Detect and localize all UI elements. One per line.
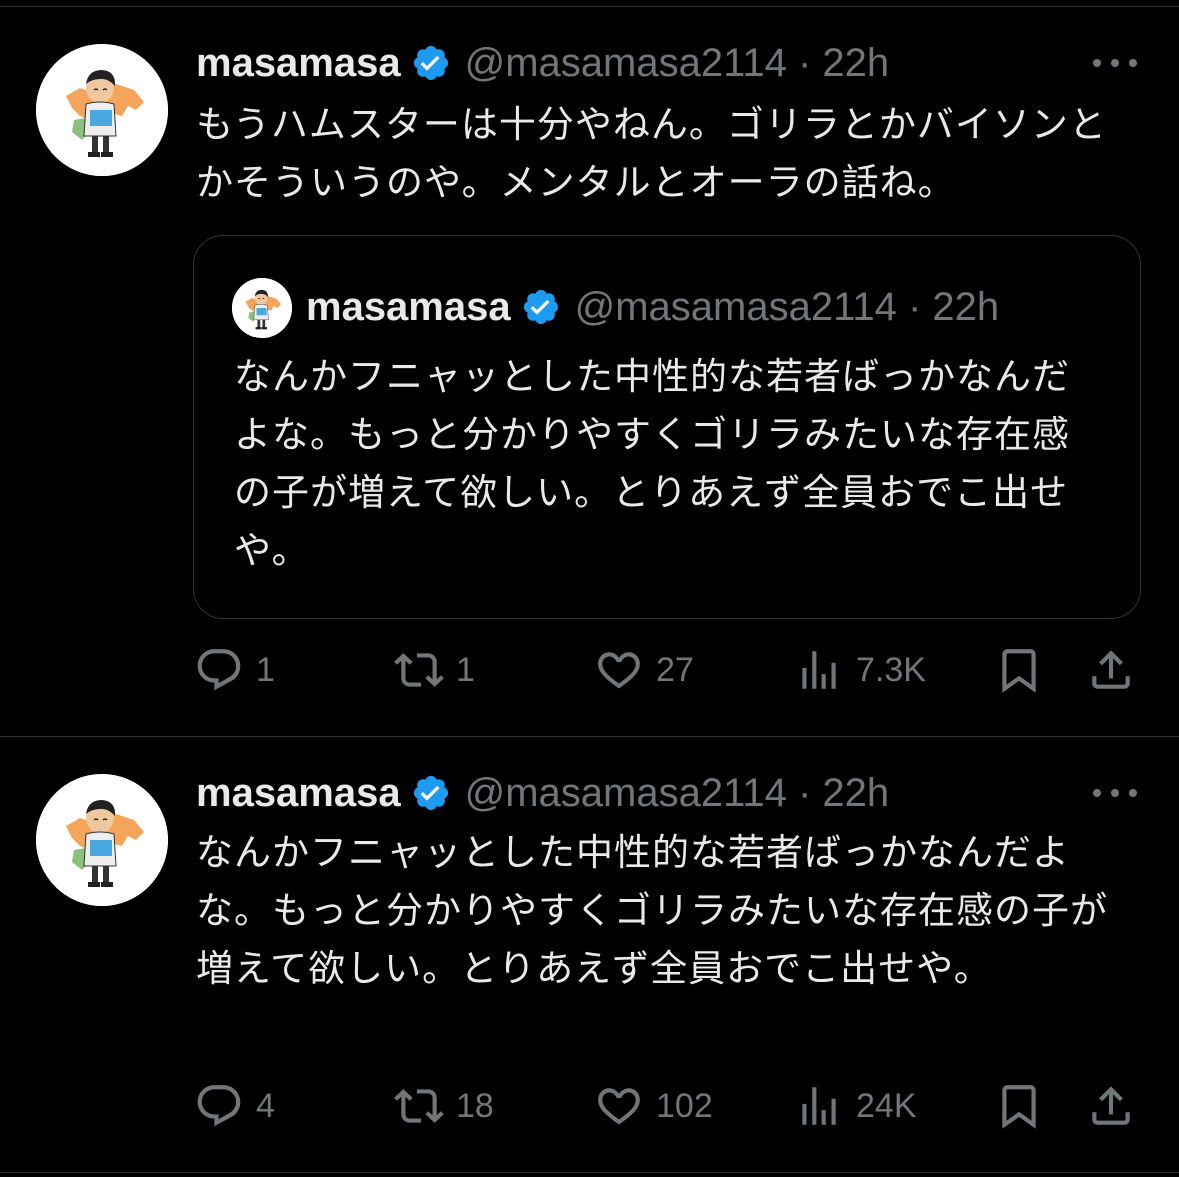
action-bar: 4 18 102 24K bbox=[0, 1078, 1179, 1134]
repost-icon bbox=[394, 645, 444, 695]
reply-button[interactable]: 4 bbox=[194, 1078, 275, 1134]
bookmark-icon bbox=[994, 1081, 1044, 1131]
reply-icon bbox=[194, 645, 244, 695]
like-count: 102 bbox=[656, 1086, 713, 1125]
like-icon bbox=[594, 645, 644, 695]
avatar[interactable] bbox=[36, 774, 168, 906]
bookmark-icon bbox=[994, 645, 1044, 695]
like-button[interactable]: 102 bbox=[594, 1078, 713, 1134]
author-name[interactable]: masamasa bbox=[196, 41, 401, 86]
like-count: 27 bbox=[656, 650, 694, 689]
repost-count: 1 bbox=[456, 650, 475, 689]
tweet-text: もうハムスターは十分やねん。ゴリラとかバイソンとかそういうのや。メンタルとオーラ… bbox=[196, 103, 1107, 204]
tweet-2[interactable]: masamasa @masamasa2114 · 22h なんかフニャッとした中… bbox=[0, 736, 1179, 1172]
handle-and-time[interactable]: @masamasa2114 · 22h bbox=[465, 771, 890, 816]
share-button[interactable] bbox=[1086, 1078, 1136, 1134]
views-count: 24K bbox=[856, 1086, 917, 1125]
quoted-avatar bbox=[232, 278, 292, 338]
quoted-author-name: masamasa bbox=[306, 284, 511, 329]
reply-icon bbox=[194, 1081, 244, 1131]
repost-icon bbox=[394, 1081, 444, 1131]
verified-badge-icon bbox=[521, 287, 561, 327]
reply-button[interactable]: 1 bbox=[194, 642, 275, 698]
tweet-1[interactable]: masamasa @masamasa2114 · 22h もうハムスターは十分や… bbox=[0, 0, 1179, 736]
views-count: 7.3K bbox=[856, 650, 926, 689]
quoted-header: masamasa @masamasa2114 · 22h bbox=[306, 282, 999, 332]
bottom-divider bbox=[0, 1172, 1179, 1173]
bookmark-button[interactable] bbox=[994, 642, 1044, 698]
share-icon bbox=[1086, 645, 1136, 695]
tweet-text: なんかフニャッとした中性的な若者ばっかなんだよな。もっと分かりやすくゴリラみたい… bbox=[196, 831, 1108, 990]
views-icon bbox=[794, 645, 844, 695]
quoted-text: なんかフニャッとした中性的な若者ばっかなんだよな。もっと分かりやすくゴリラみたい… bbox=[234, 355, 1070, 572]
like-button[interactable]: 27 bbox=[594, 642, 694, 698]
bookmark-button[interactable] bbox=[994, 1078, 1044, 1134]
repost-count: 18 bbox=[456, 1086, 494, 1125]
share-button[interactable] bbox=[1086, 642, 1136, 698]
handle-and-time[interactable]: @masamasa2114 · 22h bbox=[465, 41, 890, 86]
share-icon bbox=[1086, 1081, 1136, 1131]
views-button[interactable]: 24K bbox=[794, 1078, 917, 1134]
reply-count: 4 bbox=[256, 1086, 275, 1125]
views-icon bbox=[794, 1081, 844, 1131]
more-options-icon[interactable] bbox=[1093, 787, 1137, 799]
more-options-icon[interactable] bbox=[1093, 57, 1137, 69]
views-button[interactable]: 7.3K bbox=[794, 642, 926, 698]
verified-badge-icon[interactable] bbox=[411, 773, 451, 813]
tweet-header: masamasa @masamasa2114 · 22h bbox=[196, 38, 889, 88]
verified-badge-icon[interactable] bbox=[411, 43, 451, 83]
author-name[interactable]: masamasa bbox=[196, 771, 401, 816]
action-bar: 1 1 27 7.3K bbox=[0, 642, 1179, 698]
repost-button[interactable]: 1 bbox=[394, 642, 475, 698]
avatar[interactable] bbox=[36, 44, 168, 176]
like-icon bbox=[594, 1081, 644, 1131]
reply-count: 1 bbox=[256, 650, 275, 689]
repost-button[interactable]: 18 bbox=[394, 1078, 494, 1134]
quoted-tweet[interactable]: masamasa @masamasa2114 · 22h なんかフニャッとした中… bbox=[193, 235, 1141, 619]
tweet-header: masamasa @masamasa2114 · 22h bbox=[196, 768, 889, 818]
quoted-handle-and-time: @masamasa2114 · 22h bbox=[574, 284, 1000, 329]
